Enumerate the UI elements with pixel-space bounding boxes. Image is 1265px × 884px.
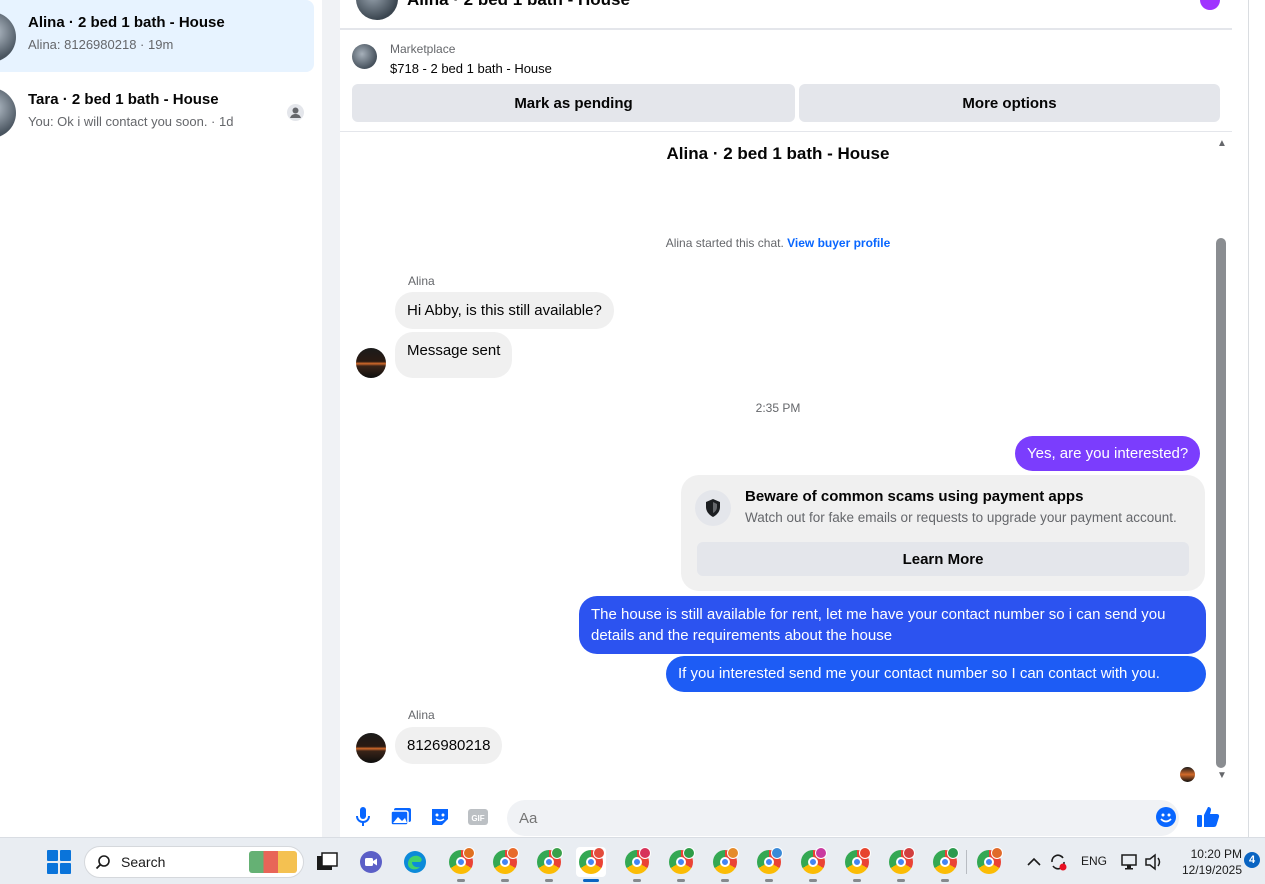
started-text: Alina started this chat.: [665, 236, 784, 250]
message-input[interactable]: [507, 800, 1179, 836]
marketplace-label: Marketplace: [390, 42, 456, 56]
chevron-up-icon[interactable]: [1024, 847, 1044, 877]
taskbar-search[interactable]: Search: [84, 846, 304, 878]
taskbar: Search ENG 10:20 PM 12/19/2025 4: [0, 837, 1265, 884]
info-icon[interactable]: [1200, 0, 1220, 10]
sender-avatar[interactable]: [356, 733, 386, 763]
scroll-down-arrow-icon[interactable]: ▼: [1216, 770, 1228, 781]
chat-panel: Alina · 2 bed 1 bath - House Marketplace…: [340, 0, 1232, 837]
conversation-heading: Alina · 2 bed 1 bath - House: [666, 144, 890, 163]
meet-icon[interactable]: [356, 847, 386, 877]
sender-name: Alina: [408, 708, 435, 722]
shield-icon: [695, 490, 731, 526]
mark-as-pending-button[interactable]: Mark as pending: [352, 84, 795, 122]
scam-warning-card: Beware of common scams using payment app…: [681, 475, 1205, 591]
network-icon[interactable]: [1118, 847, 1142, 877]
chrome-profile-icon[interactable]: [930, 847, 960, 882]
chrome-profile-icon[interactable]: [446, 847, 476, 882]
volume-icon[interactable]: [1142, 847, 1166, 877]
learn-more-button[interactable]: Learn More: [697, 542, 1189, 576]
outgoing-message[interactable]: The house is still available for rent, l…: [579, 596, 1206, 654]
svg-text:GIF: GIF: [471, 814, 484, 823]
avatar: [0, 88, 16, 138]
chrome-profile-icon[interactable]: [710, 847, 740, 882]
more-options-button[interactable]: More options: [799, 84, 1220, 122]
conversation-item-tara[interactable]: Tara · 2 bed 1 bath - House You: Ok i wi…: [0, 76, 314, 148]
seen-indicator-avatar: [1180, 767, 1195, 782]
warning-text: Watch out for fake emails or requests to…: [745, 510, 1177, 525]
sticker-icon[interactable]: [427, 804, 453, 830]
chat-started-notice: Alina started this chat. View buyer prof…: [340, 236, 1216, 250]
window-edge: [1232, 0, 1265, 837]
person-icon: [287, 104, 304, 121]
view-buyer-profile-link[interactable]: View buyer profile: [787, 236, 890, 250]
language-indicator[interactable]: ENG: [1081, 854, 1107, 868]
chrome-profile-icon[interactable]: [974, 847, 1004, 877]
avatar: [0, 12, 16, 62]
incoming-message[interactable]: Hi Abby, is this still available?: [395, 292, 614, 329]
search-highlight-icon: [249, 851, 297, 873]
listing-thumbnail[interactable]: [352, 44, 377, 69]
outgoing-message[interactable]: Yes, are you interested?: [1015, 436, 1201, 471]
microphone-icon[interactable]: [350, 804, 376, 830]
clock-time: 10:20 PM: [1190, 847, 1242, 861]
incoming-message[interactable]: Message sent: [395, 332, 513, 378]
marketplace-banner: Marketplace $718 - 2 bed 1 bath - House …: [340, 32, 1232, 132]
message-composer: GIF: [340, 796, 1232, 837]
sender-avatar[interactable]: [356, 348, 386, 378]
scrollbar-thumb[interactable]: [1216, 238, 1226, 768]
chrome-profile-icon-active[interactable]: [576, 847, 606, 882]
task-view-icon[interactable]: [312, 847, 342, 877]
system-clock[interactable]: 10:20 PM 12/19/2025: [1172, 846, 1242, 878]
search-icon: [95, 855, 110, 870]
chrome-profile-icon[interactable]: [798, 847, 828, 882]
chrome-profile-icon[interactable]: [534, 847, 564, 882]
conversation-preview: You: Ok i will contact you soon. · 1d: [28, 114, 234, 129]
taskbar-divider: [966, 850, 967, 874]
outgoing-message[interactable]: If you interested send me your contact n…: [666, 656, 1206, 692]
gif-icon[interactable]: GIF: [465, 804, 491, 830]
search-label: Search: [121, 854, 166, 870]
chrome-profile-icon[interactable]: [490, 847, 520, 882]
scroll-up-arrow-icon[interactable]: ▲: [1216, 138, 1228, 149]
conversation-item-alina[interactable]: Alina · 2 bed 1 bath - House Alina: 8126…: [0, 0, 314, 72]
emoji-icon[interactable]: [1153, 804, 1179, 830]
avatar[interactable]: [356, 0, 398, 20]
chrome-profile-icon[interactable]: [622, 847, 652, 882]
clock-date: 12/19/2025: [1181, 863, 1242, 877]
photo-icon[interactable]: [388, 804, 414, 830]
chrome-profile-icon[interactable]: [754, 847, 784, 882]
message-timestamp: 2:35 PM: [755, 401, 801, 415]
incoming-message[interactable]: 8126980218: [395, 727, 503, 764]
chrome-profile-icon[interactable]: [666, 847, 696, 882]
sync-icon[interactable]: [1046, 847, 1070, 877]
windows-start-icon[interactable]: [47, 850, 71, 874]
chat-header: Alina · 2 bed 1 bath - House: [340, 0, 1232, 30]
thumbs-up-icon[interactable]: [1195, 804, 1221, 830]
sender-name: Alina: [408, 274, 435, 288]
chrome-profile-icon[interactable]: [842, 847, 872, 882]
chat-header-title[interactable]: Alina · 2 bed 1 bath - House: [407, 0, 630, 10]
conversation-title: Alina · 2 bed 1 bath - House: [28, 14, 225, 31]
warning-title: Beware of common scams using payment app…: [745, 488, 1084, 505]
chrome-profile-icon[interactable]: [886, 847, 916, 882]
conversation-preview: Alina: 8126980218 · 19m: [28, 37, 174, 52]
conversation-title: Tara · 2 bed 1 bath - House: [28, 91, 219, 108]
notification-badge[interactable]: 4: [1244, 852, 1260, 868]
edge-browser-icon[interactable]: [400, 847, 430, 877]
conversation-list: Alina · 2 bed 1 bath - House Alina: 8126…: [0, 0, 322, 837]
listing-title[interactable]: $718 - 2 bed 1 bath - House: [390, 61, 552, 76]
